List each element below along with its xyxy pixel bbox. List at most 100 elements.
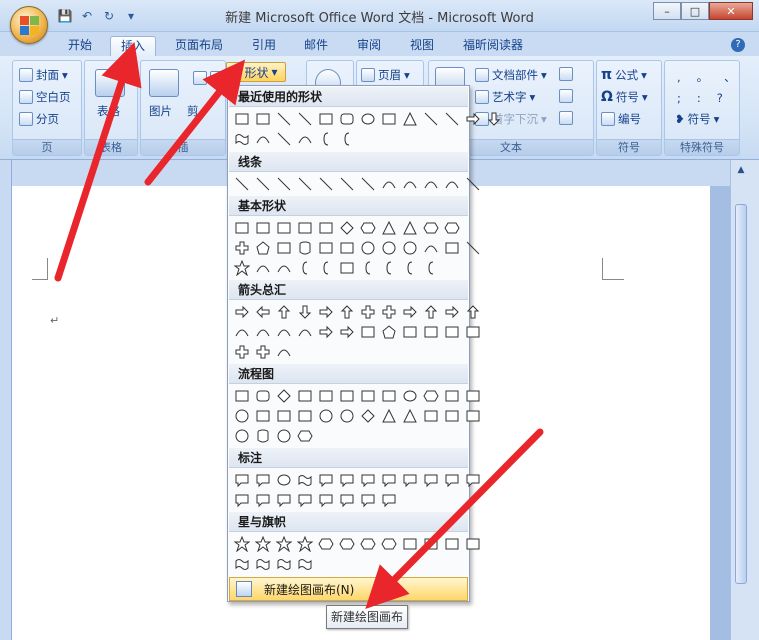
callout-shape-icon[interactable] bbox=[253, 490, 273, 510]
circle-shape-icon[interactable] bbox=[316, 406, 336, 426]
rect-shape-icon[interactable] bbox=[316, 386, 336, 406]
cover-page-button[interactable]: 封面 ▾ bbox=[19, 67, 68, 83]
hex-shape-icon[interactable] bbox=[358, 218, 378, 238]
wave-shape-icon[interactable] bbox=[232, 129, 252, 149]
diamond-shape-icon[interactable] bbox=[274, 386, 294, 406]
tab-references[interactable]: 引用 bbox=[244, 36, 284, 56]
rect-shape-icon[interactable] bbox=[463, 386, 483, 406]
rect-shape-icon[interactable] bbox=[274, 218, 294, 238]
tab-insert[interactable]: 插入 bbox=[110, 36, 156, 56]
curve-shape-icon[interactable] bbox=[379, 174, 399, 194]
circle-shape-icon[interactable] bbox=[232, 406, 252, 426]
arrowU-shape-icon[interactable] bbox=[337, 302, 357, 322]
oval-shape-icon[interactable] bbox=[400, 386, 420, 406]
symbol-button[interactable]: Ω 符号 ▾ bbox=[601, 89, 648, 105]
brace-shape-icon[interactable] bbox=[295, 258, 315, 278]
rect-shape-icon[interactable] bbox=[463, 534, 483, 554]
rect-shape-icon[interactable] bbox=[421, 322, 441, 342]
wave-shape-icon[interactable] bbox=[232, 554, 252, 574]
rect-shape-icon[interactable] bbox=[232, 386, 252, 406]
star-shape-icon[interactable] bbox=[274, 534, 294, 554]
arrowR-shape-icon[interactable] bbox=[316, 322, 336, 342]
rect-shape-icon[interactable] bbox=[442, 322, 462, 342]
rect-shape-icon[interactable] bbox=[316, 109, 336, 129]
callout-shape-icon[interactable] bbox=[337, 470, 357, 490]
arrowR-shape-icon[interactable] bbox=[442, 302, 462, 322]
rect-shape-icon[interactable] bbox=[379, 386, 399, 406]
rect-shape-icon[interactable] bbox=[337, 258, 357, 278]
question-symbol[interactable]: ? bbox=[717, 91, 723, 105]
callout-shape-icon[interactable] bbox=[379, 490, 399, 510]
brace-shape-icon[interactable] bbox=[400, 258, 420, 278]
tri-shape-icon[interactable] bbox=[400, 218, 420, 238]
rect-shape-icon[interactable] bbox=[253, 218, 273, 238]
star-shape-icon[interactable] bbox=[295, 534, 315, 554]
curve-shape-icon[interactable] bbox=[232, 322, 252, 342]
tri-shape-icon[interactable] bbox=[379, 218, 399, 238]
line-shape-icon[interactable] bbox=[421, 109, 441, 129]
close-button[interactable]: ✕ bbox=[709, 2, 753, 20]
cyl-shape-icon[interactable] bbox=[253, 426, 273, 446]
rect-shape-icon[interactable] bbox=[274, 238, 294, 258]
diamond-shape-icon[interactable] bbox=[337, 218, 357, 238]
curve-shape-icon[interactable] bbox=[442, 174, 462, 194]
callout-shape-icon[interactable] bbox=[232, 470, 252, 490]
equation-button[interactable]: π 公式 ▾ bbox=[601, 67, 647, 83]
rect-shape-icon[interactable] bbox=[337, 386, 357, 406]
diamond-shape-icon[interactable] bbox=[358, 406, 378, 426]
hex-shape-icon[interactable] bbox=[379, 534, 399, 554]
plus-shape-icon[interactable] bbox=[253, 342, 273, 362]
rect-shape-icon[interactable] bbox=[442, 386, 462, 406]
plus-shape-icon[interactable] bbox=[232, 342, 252, 362]
line-shape-icon[interactable] bbox=[253, 174, 273, 194]
line-shape-icon[interactable] bbox=[295, 174, 315, 194]
rect-shape-icon[interactable] bbox=[358, 322, 378, 342]
plus-shape-icon[interactable] bbox=[358, 302, 378, 322]
shapes-button[interactable]: ⬠ 形状 ▾ bbox=[226, 62, 286, 82]
new-drawing-canvas-button[interactable]: 新建绘图画布(N) bbox=[229, 577, 468, 601]
numbering-button[interactable]: 编号 bbox=[601, 111, 641, 127]
table-button[interactable]: 表格 bbox=[97, 103, 120, 119]
callout-shape-icon[interactable] bbox=[400, 470, 420, 490]
arrowR-shape-icon[interactable] bbox=[463, 109, 483, 129]
callout-shape-icon[interactable] bbox=[337, 490, 357, 510]
rect-shape-icon[interactable] bbox=[295, 386, 315, 406]
period-symbol[interactable]: 。 bbox=[697, 69, 709, 85]
line-shape-icon[interactable] bbox=[337, 174, 357, 194]
line-shape-icon[interactable] bbox=[274, 129, 294, 149]
scroll-up-icon[interactable]: ▲ bbox=[735, 164, 747, 176]
rect-shape-icon[interactable] bbox=[358, 386, 378, 406]
wordart-button[interactable]: 艺术字 ▾ bbox=[475, 89, 535, 105]
circle-shape-icon[interactable] bbox=[400, 238, 420, 258]
callout-shape-icon[interactable] bbox=[232, 490, 252, 510]
tab-mailings[interactable]: 邮件 bbox=[296, 36, 336, 56]
rect-shape-icon[interactable] bbox=[295, 218, 315, 238]
arrowD-shape-icon[interactable] bbox=[484, 109, 504, 129]
brace-shape-icon[interactable] bbox=[358, 258, 378, 278]
semicolon-symbol[interactable]: ; bbox=[677, 91, 681, 105]
signature-icon[interactable] bbox=[559, 67, 573, 81]
wave-shape-icon[interactable] bbox=[274, 554, 294, 574]
curve-shape-icon[interactable] bbox=[274, 342, 294, 362]
rect-shape-icon[interactable] bbox=[253, 406, 273, 426]
hex-shape-icon[interactable] bbox=[421, 218, 441, 238]
circle-shape-icon[interactable] bbox=[379, 238, 399, 258]
rect-shape-icon[interactable] bbox=[442, 534, 462, 554]
line-shape-icon[interactable] bbox=[316, 174, 336, 194]
rect-shape-icon[interactable] bbox=[232, 109, 252, 129]
hex-shape-icon[interactable] bbox=[421, 386, 441, 406]
brace-shape-icon[interactable] bbox=[421, 258, 441, 278]
colon-symbol[interactable]: : bbox=[697, 91, 701, 105]
curve-shape-icon[interactable] bbox=[421, 238, 441, 258]
curve-shape-icon[interactable] bbox=[253, 129, 273, 149]
rect-shape-icon[interactable] bbox=[379, 109, 399, 129]
curve-shape-icon[interactable] bbox=[253, 258, 273, 278]
rect-shape-icon[interactable] bbox=[316, 218, 336, 238]
circle-shape-icon[interactable] bbox=[337, 406, 357, 426]
star-shape-icon[interactable] bbox=[253, 534, 273, 554]
curve-shape-icon[interactable] bbox=[253, 322, 273, 342]
rect-shape-icon[interactable] bbox=[442, 406, 462, 426]
star-shape-icon[interactable] bbox=[232, 534, 252, 554]
rect-shape-icon[interactable] bbox=[232, 218, 252, 238]
tab-page-layout[interactable]: 页面布局 bbox=[168, 36, 230, 56]
